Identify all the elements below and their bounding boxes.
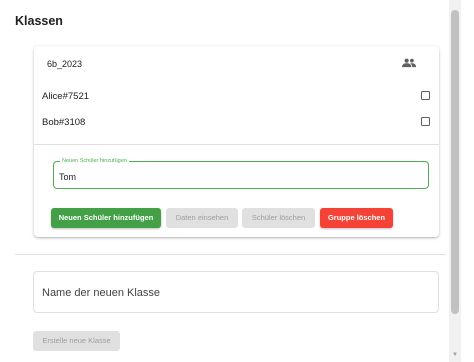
delete-students-button[interactable]: Schüler löschen (242, 208, 315, 228)
page-title: Klassen (15, 14, 63, 28)
group-name: 6b_2023 (47, 59, 83, 69)
scrollbar-thumb[interactable] (451, 10, 459, 314)
student-name: Alice#7521 (42, 91, 90, 102)
create-class-button[interactable]: Erstelle neue Klasse (33, 331, 120, 351)
section-divider (15, 254, 446, 255)
delete-group-button[interactable]: Gruppe löschen (320, 208, 393, 228)
new-student-input-value[interactable]: Tom (59, 172, 76, 182)
new-class-input[interactable]: Name der neuen Klasse (33, 271, 439, 313)
student-name: Bob#3108 (42, 117, 86, 128)
add-student-button[interactable]: Neuen Schüler hinzufügen (51, 208, 161, 228)
people-icon[interactable] (402, 58, 416, 68)
view-data-button[interactable]: Daten einsehen (166, 208, 238, 228)
student-checkbox[interactable] (421, 117, 430, 126)
new-student-field-label: Neuen Schüler hinzufügen (60, 157, 129, 165)
student-checkbox[interactable] (421, 91, 430, 100)
list-item: Alice#7521 (42, 89, 432, 105)
divider (34, 144, 439, 145)
group-card: 6b_2023 Alice#7521 Bob#3108 Neuen Schüle… (34, 46, 439, 237)
new-class-placeholder: Name der neuen Klasse (42, 287, 161, 299)
list-item: Bob#3108 (42, 115, 432, 131)
new-student-field[interactable]: Neuen Schüler hinzufügen Tom (53, 157, 429, 189)
scroll-down-arrow-icon[interactable]: ▼ (451, 351, 459, 359)
